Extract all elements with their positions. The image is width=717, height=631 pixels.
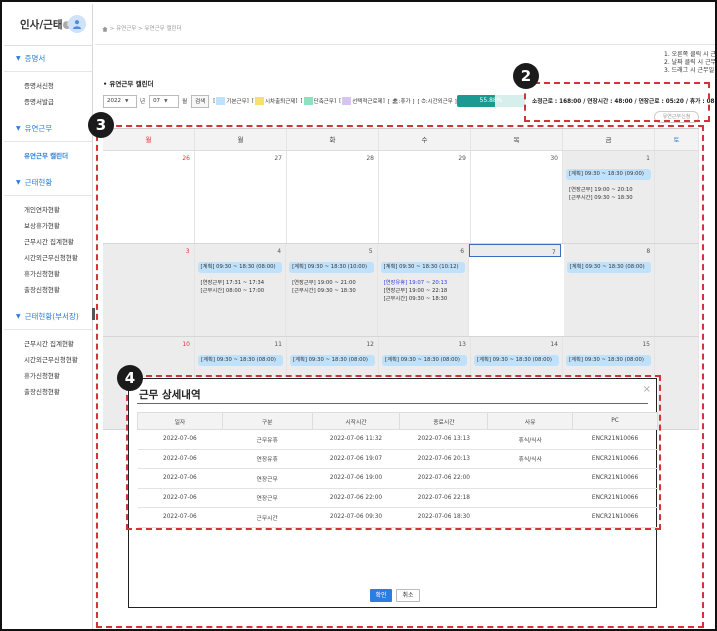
sidebar-item[interactable]: 유연근무 캘린더 — [24, 148, 92, 164]
sidebar-section-label: 근태현황 — [24, 178, 53, 187]
chevron-down-icon: ▼ — [16, 179, 21, 186]
sidebar-item[interactable]: 휴가신청현황 — [24, 368, 92, 384]
sidebar-section-header[interactable]: ▼ 근태현황 — [4, 170, 92, 196]
sidebar-item[interactable]: 시간외근무신청현황 — [24, 352, 92, 368]
legend-item: [시차출퇴근제] — [251, 97, 298, 105]
month-value: 07 — [153, 98, 161, 104]
sidebar-item[interactable]: 증명서발급 — [24, 94, 92, 110]
sidebar-list: 증명서신청 증명서발급 — [4, 72, 92, 116]
legend-swatch — [254, 97, 264, 105]
sidebar-header: 인사/근태 ? — [4, 4, 92, 46]
chevron-down-icon: ▼ — [16, 125, 21, 132]
work-progress-bar: 55.88% — [457, 95, 525, 107]
page-title: • 유연근무 캘린더 — [103, 80, 154, 88]
sidebar: 인사/근태 ? ▼증명서증명서신청증명서발급▼유연근무유연근무 캘린더▼근태현황… — [4, 4, 93, 629]
avatar[interactable] — [68, 15, 86, 33]
chevron-down-icon: ▼ — [125, 98, 129, 104]
year-select[interactable]: 2022 ▼ — [103, 94, 137, 108]
sidebar-list: 근무시간 집계현황 시간외근무신청현황 휴가신청현황 출장신청현황 — [4, 330, 92, 406]
legend-label: 시차출퇴근제 — [264, 99, 296, 105]
legend-item: [선택적근로제] — [339, 97, 385, 105]
chevron-down-icon: ▼ — [16, 313, 21, 320]
sidebar-item[interactable]: 휴가신청현황 — [24, 266, 92, 282]
sidebar-item[interactable]: 시간외근무신청현황 — [24, 250, 92, 266]
legend-item: [ ⏱:시간외근무 ] — [417, 98, 457, 105]
year-label: 년 — [140, 99, 146, 105]
sidebar-sections: ▼ 증명서 증명서신청 증명서발급 ▼ 유연근무 유연근무 캘린더 ▼ 근태현황 개인연차현황 보상… — [4, 46, 92, 406]
sidebar-section-label: 증명서 — [24, 54, 46, 63]
annotation-box-2 — [524, 82, 710, 122]
sidebar-item[interactable]: 출장신청현황 — [24, 282, 92, 298]
sidebar-title: 인사/근태 — [20, 19, 63, 31]
annotation-box-4 — [126, 375, 661, 530]
help-note: 1. 오른쪽 클릭 시 근 — [664, 51, 716, 58]
legend-item: [ 🏖:휴가 ] — [387, 99, 415, 105]
legend-swatch — [342, 97, 352, 105]
sidebar-item[interactable]: 보상휴가현황 — [24, 218, 92, 234]
sidebar-section-label: 유연근무 — [24, 124, 53, 133]
search-button[interactable]: 검색 — [191, 94, 210, 108]
user-icon — [73, 20, 81, 29]
annotation-badge-4: 4 — [117, 365, 143, 391]
legend-item: [단축근무] — [300, 97, 337, 105]
sidebar-section-header[interactable]: ▼ 유연근무 — [4, 116, 92, 142]
legend-label: 선택적근로제 — [352, 99, 383, 105]
legend-swatch — [216, 97, 226, 105]
home-icon[interactable] — [102, 26, 108, 32]
sidebar-list: 개인연차현황 보상휴가현황 근무시간 집계현황 시간외근무신청현황 휴가신청현황 출장신청… — [4, 196, 92, 304]
sidebar-section-header[interactable]: ▼ 근태현황(부서장) — [4, 304, 92, 330]
legend-label: 기본근무 — [226, 99, 247, 105]
legend: [기본근무][시차출퇴근제][단축근무][선택적근로제][ 🏖:휴가 ][ ⏱:… — [213, 97, 489, 106]
chevron-down-icon: ▼ — [164, 98, 168, 104]
month-label: 월 — [182, 99, 188, 105]
annotation-badge-3: 3 — [88, 112, 114, 138]
header-divider — [95, 44, 715, 45]
sidebar-item[interactable]: 증명서신청 — [24, 78, 92, 94]
help-notes: 1. 오른쪽 클릭 시 근 2. 날짜 클릭 시 근무 3. 드래그 시 근무일 — [664, 51, 716, 75]
chevron-down-icon: ▼ — [16, 55, 21, 62]
help-note: 3. 드래그 시 근무일 — [664, 67, 715, 74]
annotation-badge-2: 2 — [513, 63, 539, 89]
sidebar-item[interactable]: 출장신청현황 — [24, 384, 92, 400]
toolbar: 2022 ▼ 년 07 ▼ 월 검색 [기본근무][시차출퇴근제][단축근무][… — [103, 94, 489, 108]
legend-label: 단축근무 — [313, 99, 334, 105]
legend-item: [기본근무] — [213, 97, 249, 105]
sidebar-section-label: 근태현황(부서장) — [24, 312, 79, 321]
progress-label: 55.88% — [479, 97, 503, 104]
sidebar-list: 유연근무 캘린더 — [4, 142, 92, 170]
sidebar-item[interactable]: 근무시간 집계현황 — [24, 234, 92, 250]
screenshot-frame: 인사/근태 ? ▼증명서증명서신청증명서발급▼유연근무유연근무 캘린더▼근태현황… — [0, 0, 717, 631]
year-value: 2022 — [107, 98, 121, 104]
sidebar-item[interactable]: 개인연차현황 — [24, 202, 92, 218]
month-select[interactable]: 07 ▼ — [149, 94, 180, 108]
help-note: 2. 날짜 클릭 시 근무 — [664, 59, 716, 66]
sidebar-collapse-handle[interactable] — [92, 308, 95, 320]
legend-swatch — [303, 97, 313, 105]
breadcrumb-text: > 유연근무 > 유연근무 캘린더 — [109, 26, 182, 32]
breadcrumb: > 유연근무 > 유연근무 캘린더 — [102, 24, 182, 32]
sidebar-section-header[interactable]: ▼ 증명서 — [4, 46, 92, 72]
sidebar-item[interactable]: 근무시간 집계현황 — [24, 336, 92, 352]
